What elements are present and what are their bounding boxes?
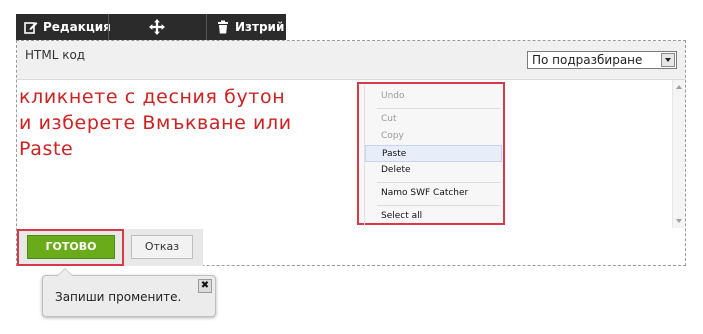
move-handle[interactable] [149, 14, 165, 40]
mode-select[interactable]: По подразбиране [527, 51, 677, 69]
context-menu-item-paste[interactable]: Paste [365, 145, 502, 162]
context-menu-highlight: Undo Cut Copy Paste Delete Namo SWF Catc… [357, 82, 505, 225]
mode-select-value: По подразбиране [532, 53, 643, 67]
html-editor: HTML код По подразбиране кликнете с десн… [16, 40, 686, 266]
toolbar-divider [108, 14, 109, 40]
context-menu-item-cut[interactable]: Cut [365, 111, 502, 128]
save-tooltip: Запиши промените. ✖ [42, 268, 216, 317]
context-menu-item-select-all[interactable]: Select all [365, 208, 502, 225]
editor-footer: ГОТОВО Отказ [17, 229, 203, 266]
context-menu-item-namo-swf-catcher[interactable]: Namo SWF Catcher [365, 185, 502, 202]
context-menu: Undo Cut Copy Paste Delete Namo SWF Catc… [364, 86, 502, 225]
trash-icon [218, 20, 228, 34]
edit-button-label: Редакция [43, 20, 111, 34]
move-icon [149, 19, 165, 35]
html-code-area[interactable]: кликнете с десния бутон и изберете Вмъкв… [17, 80, 685, 228]
context-menu-item-copy[interactable]: Copy [365, 128, 502, 145]
instruction-line: и изберете Вмъкване или [19, 112, 292, 134]
delete-button-label: Изтрий [235, 20, 285, 34]
html-code-label: HTML код [25, 48, 86, 62]
tooltip-text: Запиши промените. [55, 290, 182, 304]
context-menu-item-delete[interactable]: Delete [365, 162, 502, 179]
edit-button[interactable]: Редакция [24, 14, 111, 40]
instruction-line: Paste [19, 138, 74, 160]
vertical-scrollbar[interactable] [672, 80, 685, 228]
instruction-text: кликнете с десния бутон и изберете Вмъкв… [19, 84, 359, 162]
tooltip-pointer [57, 268, 73, 276]
edit-icon [24, 22, 38, 34]
close-icon[interactable]: ✖ [198, 279, 212, 293]
cancel-button[interactable]: Отказ [131, 235, 193, 259]
toolbar-divider [206, 14, 207, 40]
block-toolbar: Редакция Изтрий [16, 14, 286, 40]
context-menu-item-undo[interactable]: Undo [365, 88, 502, 105]
scroll-down-icon[interactable] [676, 219, 682, 223]
scroll-up-icon[interactable] [676, 85, 682, 89]
delete-button[interactable]: Изтрий [216, 14, 284, 40]
chevron-down-icon[interactable] [661, 53, 675, 67]
done-button[interactable]: ГОТОВО [27, 235, 115, 259]
instruction-line: кликнете с десния бутон [19, 86, 286, 108]
editor-header: HTML код По подразбиране [17, 41, 685, 80]
